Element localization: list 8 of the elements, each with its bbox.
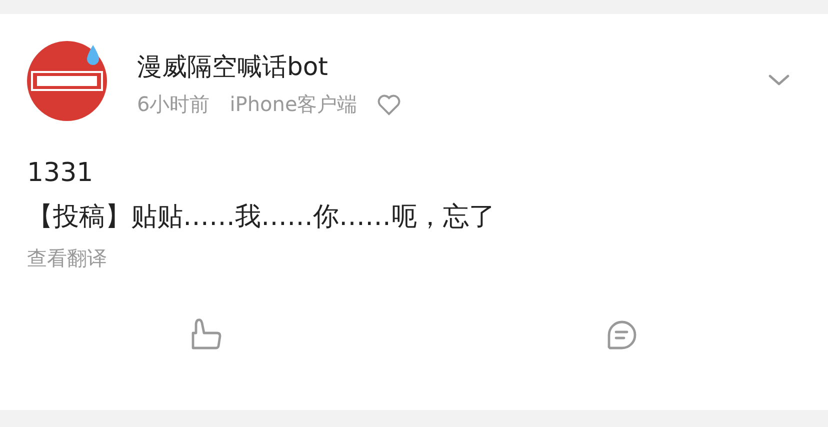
heart-icon[interactable] [377,94,402,116]
post-text-line: 【投稿】贴贴……我……你……呃，忘了 [27,201,495,234]
author-name[interactable]: 漫威隔空喊话bot [137,51,402,83]
thumbs-up-icon[interactable] [190,317,224,351]
post-source: iPhone客户端 [230,91,358,118]
chevron-down-icon[interactable] [768,74,790,86]
post-text-line: 1331 [27,157,94,190]
post-time: 6小时前 [137,91,210,118]
